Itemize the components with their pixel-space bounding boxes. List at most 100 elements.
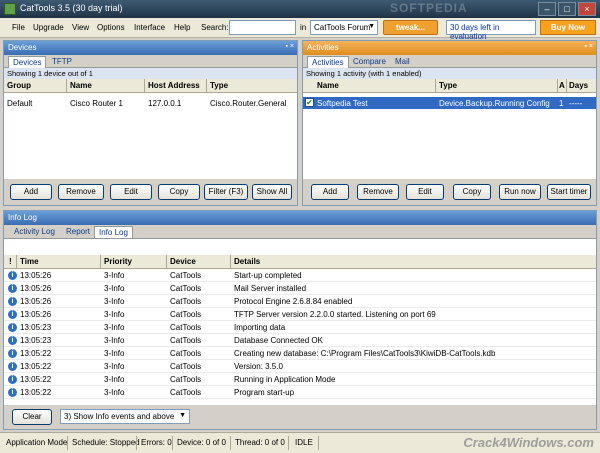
- tab-tftp[interactable]: TFTP: [48, 56, 76, 68]
- maximize-icon[interactable]: □: [558, 2, 576, 16]
- log-device: CatTools: [170, 336, 202, 345]
- tab-activity-log[interactable]: Activity Log: [10, 226, 59, 238]
- column-details[interactable]: Details: [234, 257, 260, 266]
- remove-device-button[interactable]: Remove: [58, 184, 104, 200]
- minimize-icon[interactable]: –: [538, 2, 556, 16]
- column-days[interactable]: Days: [569, 81, 588, 90]
- search-in-label: in: [300, 23, 307, 32]
- log-time: 13:05:23: [20, 323, 52, 332]
- log-priority: 3-Info: [104, 271, 125, 280]
- column-a[interactable]: A: [559, 81, 565, 90]
- log-details: Creating new database: C:\Program Files\…: [234, 349, 496, 358]
- log-filter-value: 3) Show Info events and above: [64, 412, 175, 421]
- chevron-down-icon: ▼: [368, 23, 375, 30]
- buy-now-button[interactable]: Buy Now: [540, 20, 596, 35]
- edit-activity-button[interactable]: Edit: [406, 184, 444, 200]
- log-details: Program start-up: [234, 388, 295, 397]
- log-filter-select[interactable]: 3) Show Info events and above ▼: [60, 409, 190, 424]
- table-row[interactable]: ✔ Softpedia Test Device.Backup.Running C…: [303, 97, 596, 109]
- table-row[interactable]: Default Cisco Router 1 127.0.0.1 Cisco.R…: [4, 97, 297, 109]
- menu-upgrade[interactable]: Upgrade: [33, 23, 64, 32]
- log-details: Protocol Engine 2.6.8.84 enabled: [234, 297, 353, 306]
- remove-activity-button[interactable]: Remove: [357, 184, 399, 200]
- device-group: Default: [7, 99, 33, 108]
- log-row[interactable]: i 13:05:22 3-Info CatTools Version: 3.5.…: [4, 360, 596, 373]
- copy-device-button[interactable]: Copy: [158, 184, 200, 200]
- activities-button-bar: Add Remove Edit Copy Run now Start timer: [303, 179, 596, 205]
- activity-a: 1: [559, 99, 564, 108]
- log-time: 13:05:26: [20, 271, 52, 280]
- tab-devices[interactable]: Devices: [8, 56, 47, 68]
- info-icon: i: [8, 284, 17, 293]
- pane-controls-icon[interactable]: ▪ ×: [584, 43, 593, 50]
- column-flag[interactable]: !: [9, 257, 12, 266]
- log-details: Database Connected OK: [234, 336, 323, 345]
- log-row[interactable]: i 13:05:22 3-Info CatTools Program start…: [4, 386, 596, 399]
- log-row[interactable]: i 13:05:22 3-Info CatTools Running in Ap…: [4, 373, 596, 386]
- log-button-bar: Clear 3) Show Info events and above ▼: [4, 405, 596, 429]
- tab-mail[interactable]: Mail: [391, 56, 414, 68]
- app-icon: [4, 3, 16, 15]
- log-device: CatTools: [170, 271, 202, 280]
- search-input[interactable]: [229, 20, 296, 35]
- log-priority: 3-Info: [104, 310, 125, 319]
- column-time[interactable]: Time: [20, 257, 39, 266]
- add-activity-button[interactable]: Add: [311, 184, 349, 200]
- show-all-button[interactable]: Show All: [252, 184, 292, 200]
- log-row[interactable]: i 13:05:26 3-Info CatTools Mail Server i…: [4, 282, 596, 295]
- log-row[interactable]: i 13:05:22 3-Info CatTools Creating new …: [4, 347, 596, 360]
- menu-help[interactable]: Help: [174, 23, 190, 32]
- log-priority: 3-Info: [104, 388, 125, 397]
- close-icon[interactable]: ×: [578, 2, 596, 16]
- column-type[interactable]: Type: [439, 81, 457, 90]
- column-priority[interactable]: Priority: [104, 257, 132, 266]
- search-go-button[interactable]: tweak...: [383, 20, 438, 35]
- status-schedule: Schedule: Stopped: [72, 438, 140, 447]
- devices-info: Showing 1 device out of 1: [4, 68, 297, 79]
- log-details: Running in Application Mode: [234, 375, 336, 384]
- search-scope-select[interactable]: CatTools Forum ▼: [310, 20, 378, 35]
- log-details: TFTP Server version 2.2.0.0 started. Lis…: [234, 310, 436, 319]
- filter-button[interactable]: Filter (F3): [204, 184, 248, 200]
- tab-activities[interactable]: Activities: [307, 56, 349, 68]
- column-device[interactable]: Device: [170, 257, 196, 266]
- log-row[interactable]: i 13:05:26 3-Info CatTools TFTP Server v…: [4, 308, 596, 321]
- menu-file[interactable]: File: [12, 23, 25, 32]
- column-type[interactable]: Type: [210, 81, 228, 90]
- log-device: CatTools: [170, 284, 202, 293]
- log-row[interactable]: i 13:05:23 3-Info CatTools Importing dat…: [4, 321, 596, 334]
- log-device: CatTools: [170, 297, 202, 306]
- edit-device-button[interactable]: Edit: [110, 184, 152, 200]
- tab-compare[interactable]: Compare: [349, 56, 390, 68]
- log-time: 13:05:26: [20, 310, 52, 319]
- tab-report[interactable]: Report: [62, 226, 94, 238]
- log-row[interactable]: i 13:05:26 3-Info CatTools Protocol Engi…: [4, 295, 596, 308]
- log-details: Importing data: [234, 323, 286, 332]
- enabled-checkbox[interactable]: ✔: [305, 98, 314, 107]
- column-name[interactable]: Name: [317, 81, 339, 90]
- column-name[interactable]: Name: [70, 81, 92, 90]
- add-device-button[interactable]: Add: [10, 184, 52, 200]
- info-icon: i: [8, 297, 17, 306]
- activities-pane: Activities ▪ × Activities Compare Mail S…: [302, 40, 597, 206]
- menu-options[interactable]: Options: [97, 23, 125, 32]
- status-mode: Application Mode: [6, 438, 68, 447]
- log-priority: 3-Info: [104, 284, 125, 293]
- info-icon: i: [8, 388, 17, 397]
- clear-log-button[interactable]: Clear: [12, 409, 52, 425]
- pane-controls-icon[interactable]: ▪ ×: [285, 43, 294, 50]
- start-timer-button[interactable]: Start timer: [547, 184, 591, 200]
- log-device: CatTools: [170, 323, 202, 332]
- activities-info: Showing 1 activity (with 1 enabled): [303, 68, 596, 79]
- copy-activity-button[interactable]: Copy: [453, 184, 491, 200]
- window-title: CatTools 3.5 (30 day trial): [20, 3, 123, 13]
- column-host-address[interactable]: Host Address: [148, 81, 200, 90]
- log-row[interactable]: i 13:05:26 3-Info CatTools Start-up comp…: [4, 269, 596, 282]
- run-now-button[interactable]: Run now: [499, 184, 541, 200]
- tab-info-log[interactable]: Info Log: [94, 226, 133, 238]
- column-group[interactable]: Group: [7, 81, 31, 90]
- devices-grid-header: Group Name Host Address Type: [4, 79, 297, 93]
- log-row[interactable]: i 13:05:23 3-Info CatTools Database Conn…: [4, 334, 596, 347]
- menu-view[interactable]: View: [72, 23, 89, 32]
- menu-interface[interactable]: Interface: [134, 23, 165, 32]
